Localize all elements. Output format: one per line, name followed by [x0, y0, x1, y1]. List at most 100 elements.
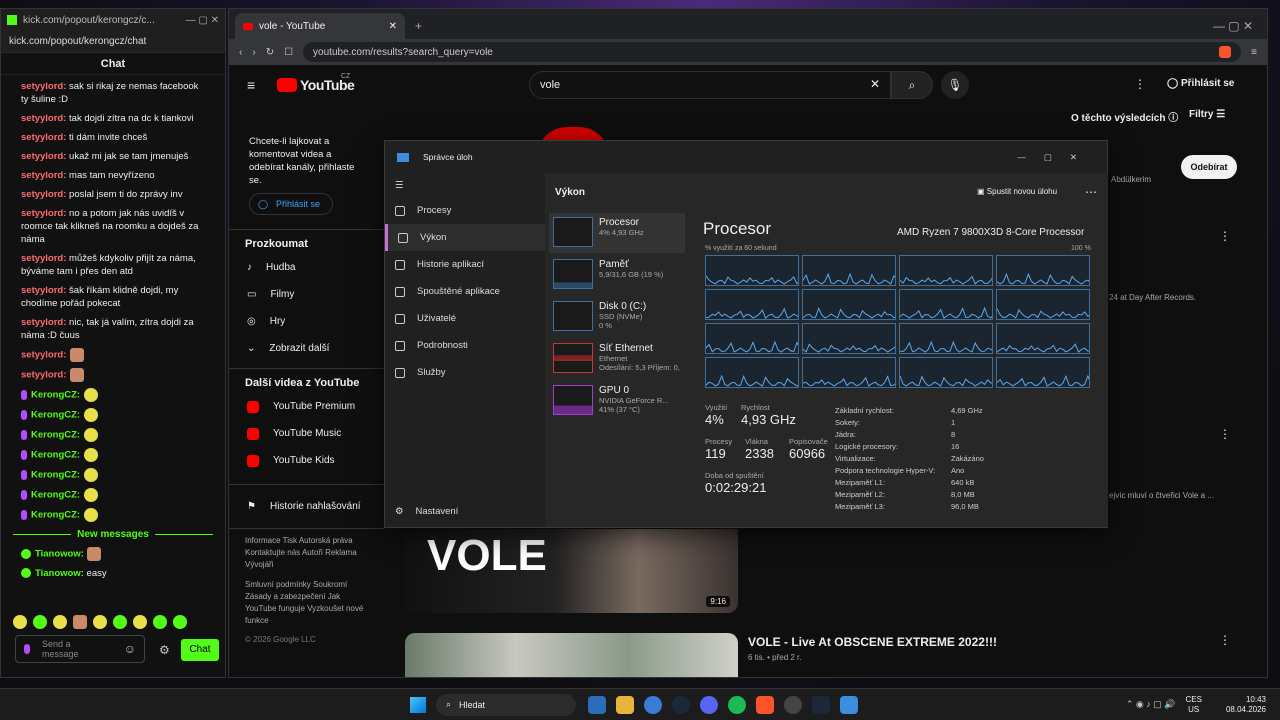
- obs-icon[interactable]: [784, 695, 802, 714]
- clock[interactable]: 10:43 08.04.2026: [1226, 695, 1266, 715]
- explore-item[interactable]: ▭ Filmy: [229, 281, 384, 308]
- chat-username[interactable]: setyylord:: [21, 113, 66, 124]
- spotify-icon[interactable]: [728, 695, 746, 714]
- footer-link[interactable]: Soukromí: [313, 580, 347, 589]
- chat-username[interactable]: setyylord:: [21, 285, 66, 296]
- chat-username[interactable]: setyylord:: [21, 350, 66, 361]
- tm-nav-item[interactable]: Uživatelé: [385, 305, 545, 332]
- footer-link[interactable]: Smluvní podmínky: [245, 580, 311, 589]
- result-more-icon[interactable]: ⋮: [1219, 633, 1231, 647]
- steam-icon[interactable]: [672, 695, 690, 714]
- task-manager-taskbar-icon[interactable]: [840, 695, 858, 714]
- chat-username[interactable]: setyylord:: [21, 208, 66, 219]
- chat-username[interactable]: setyylord:: [21, 151, 66, 162]
- chat-username[interactable]: setyylord:: [21, 253, 66, 264]
- chat-username[interactable]: KerongCZ:: [31, 410, 80, 421]
- chat-username[interactable]: KerongCZ:: [31, 490, 80, 501]
- resource-item[interactable]: Paměť 5,9/31,6 GB (19 %): [549, 255, 685, 295]
- discord-icon[interactable]: [700, 695, 718, 714]
- clear-search-icon[interactable]: ✕: [870, 77, 880, 91]
- resource-item[interactable]: Disk 0 (C:) SSD (NVMe) 0 %: [549, 297, 685, 337]
- about-results-link[interactable]: O těchto výsledcích ⓘ: [1071, 109, 1178, 124]
- explore-item[interactable]: ♪ Hudba: [229, 254, 384, 281]
- taskbar-search[interactable]: ⌕ Hledat: [436, 693, 576, 716]
- tm-nav-item[interactable]: Služby: [385, 359, 545, 386]
- tray-icons[interactable]: ⌃ ◉ ♪ ▢ 🔊: [1126, 699, 1176, 710]
- chat-username[interactable]: setyylord:: [21, 189, 66, 200]
- tm-nav-item[interactable]: Spouštěné aplikace: [385, 278, 545, 305]
- chat-username[interactable]: setyylord:: [21, 81, 66, 92]
- more-youtube-item[interactable]: YouTube Premium: [229, 393, 384, 420]
- video-title[interactable]: VOLE - Live At OBSCENE EXTREME 2022!!!: [748, 635, 997, 649]
- resource-item[interactable]: Síť Ethernet Ethernet Odesílání: 5,3 Příje…: [549, 339, 685, 379]
- signin-link[interactable]: ◯ Přihlásit se: [1167, 78, 1234, 89]
- task-view-icon[interactable]: [588, 695, 606, 714]
- footer-link[interactable]: Reklama: [325, 548, 357, 557]
- chat-username[interactable]: setyylord:: [21, 170, 66, 181]
- explore-item[interactable]: ◎ Hry: [229, 308, 384, 335]
- more-youtube-item[interactable]: YouTube Music: [229, 420, 384, 447]
- back-icon[interactable]: ‹: [239, 47, 242, 58]
- tm-more-icon[interactable]: ⋯: [1085, 185, 1097, 199]
- more-icon[interactable]: ⋮: [1134, 77, 1146, 91]
- run-task-button[interactable]: ▣ Spustit novou úlohu: [977, 187, 1057, 196]
- footer-link[interactable]: Kontaktujte nás: [245, 548, 300, 557]
- voice-search-button[interactable]: 🎙: [941, 71, 969, 99]
- footer-link[interactable]: Autoři: [302, 548, 323, 557]
- chat-username[interactable]: setyylord:: [21, 317, 66, 328]
- search-input[interactable]: vole: [529, 71, 891, 99]
- video-thumbnail[interactable]: VOLE 9:16: [405, 529, 738, 613]
- chat-username[interactable]: KerongCZ:: [31, 450, 80, 461]
- chat-send-button[interactable]: Chat: [181, 639, 219, 661]
- chat-username[interactable]: KerongCZ:: [31, 390, 80, 401]
- result-more-icon[interactable]: ⋮: [1219, 229, 1231, 243]
- footer-link[interactable]: Informace: [245, 536, 281, 545]
- chat-username[interactable]: KerongCZ:: [31, 430, 80, 441]
- kick-address-bar[interactable]: kick.com/popout/kerongcz/chat: [1, 31, 225, 53]
- footer-link[interactable]: Tisk: [283, 536, 297, 545]
- window-controls[interactable]: — ▢ ✕: [186, 15, 219, 26]
- settings-gear-icon[interactable]: ⚙: [159, 643, 170, 657]
- resource-item[interactable]: GPU 0 NVIDIA GeForce R... 41% (37 °C): [549, 381, 685, 421]
- reload-icon[interactable]: ↻: [266, 47, 274, 58]
- tab-close-icon[interactable]: ✕: [389, 21, 397, 32]
- edge-icon[interactable]: [644, 695, 662, 714]
- start-button-icon[interactable]: [410, 696, 426, 713]
- chat-username[interactable]: Tianowow:: [35, 549, 84, 560]
- forward-icon[interactable]: ›: [252, 47, 255, 58]
- explore-item[interactable]: ⌄ Zobrazit další: [229, 335, 384, 362]
- search-button[interactable]: ⌕: [891, 71, 933, 99]
- file-explorer-icon[interactable]: [616, 695, 634, 714]
- window-controls[interactable]: —▢✕: [1017, 152, 1095, 163]
- chat-username[interactable]: setyylord:: [21, 132, 66, 143]
- tm-nav-item[interactable]: Historie aplikací: [385, 251, 545, 278]
- resource-item[interactable]: Procesor 4% 4,93 GHz: [549, 213, 685, 253]
- menu-icon[interactable]: ≡: [1251, 47, 1257, 58]
- footer-link[interactable]: Zásady a zabezpečení: [245, 592, 326, 601]
- footer-link[interactable]: Vývojáři: [245, 560, 273, 569]
- brave-shield-icon[interactable]: [1219, 46, 1232, 58]
- brave-icon[interactable]: [756, 695, 774, 714]
- report-history-item[interactable]: ⚑ Historie nahlašování: [229, 493, 384, 520]
- url-field[interactable]: youtube.com/results?search_query=vole: [303, 42, 1242, 62]
- tm-nav-item[interactable]: Procesy: [385, 197, 545, 224]
- tm-nav-item[interactable]: Podrobnosti: [385, 332, 545, 359]
- chat-username[interactable]: setyylord:: [21, 370, 66, 381]
- video-thumbnail-2[interactable]: [405, 633, 738, 677]
- send-message-input[interactable]: Send a message ☺: [15, 635, 145, 663]
- window-controls[interactable]: — ▢ ✕: [1213, 19, 1253, 33]
- sidebar-signin-button[interactable]: ◯ Přihlásit se: [249, 193, 333, 215]
- emote-bar[interactable]: [13, 615, 195, 629]
- tm-nav-item[interactable]: Výkon: [385, 224, 545, 251]
- input-language[interactable]: CES US: [1186, 695, 1202, 715]
- bookmark-icon[interactable]: ☐: [284, 47, 293, 58]
- steam-icon-2[interactable]: [812, 695, 830, 714]
- chat-username[interactable]: KerongCZ:: [31, 510, 80, 521]
- emoji-icon[interactable]: ☺: [124, 642, 136, 656]
- filters-button[interactable]: Filtry ☰: [1189, 109, 1225, 120]
- chat-username[interactable]: Tianowow:: [35, 568, 84, 579]
- tm-menu-icon[interactable]: ☰: [385, 173, 545, 197]
- browser-tab[interactable]: vole - YouTube ✕: [235, 13, 405, 39]
- more-youtube-item[interactable]: YouTube Kids: [229, 447, 384, 474]
- result-more-icon[interactable]: ⋮: [1219, 427, 1231, 441]
